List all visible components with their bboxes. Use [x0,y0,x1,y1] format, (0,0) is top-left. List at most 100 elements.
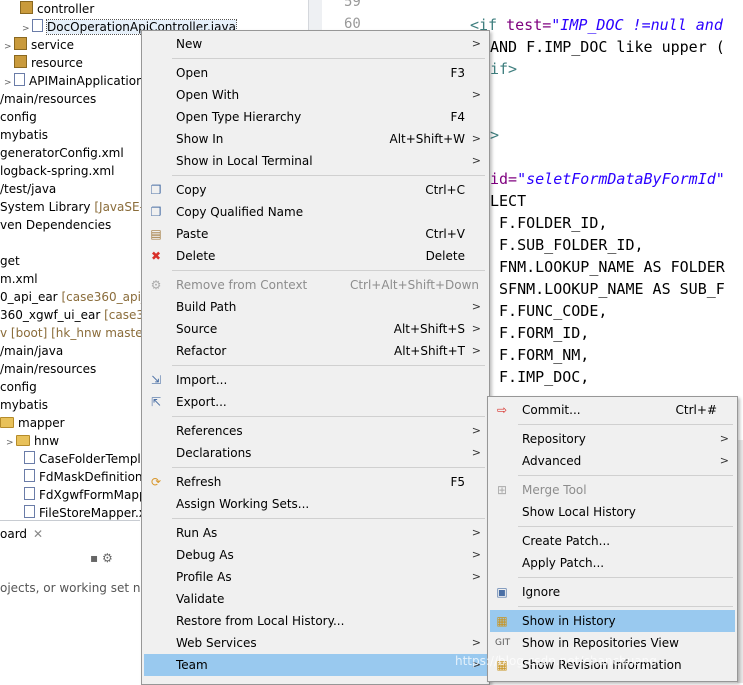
chevron-right-icon: > [471,154,481,167]
menu-item-run-as[interactable]: Run As > [144,522,487,544]
menu-item-open[interactable]: Open F3 [144,62,487,84]
package-icon [20,1,33,14]
toolbar-icon-2[interactable]: ⚙ [102,551,113,565]
menu-item-delete[interactable]: ✖ Delete Delete [144,245,487,267]
history-icon: ▦ [496,614,508,628]
tree-item-target[interactable]: get [0,252,20,270]
menu-item-team[interactable]: Team > [144,654,487,676]
code-line: FNM.LOOKUP_NAME AS FOLDER [490,258,725,276]
menu-item-build-path[interactable]: Build Path > [144,296,487,318]
menu-item-show-in-local-terminal[interactable]: Show in Local Terminal > [144,150,487,172]
menu-item-refresh[interactable]: ⟳ Refresh F5 [144,471,487,493]
chevron-right-icon[interactable]: > [6,434,16,452]
menu-item-show-local-history[interactable]: Show Local History [490,501,735,523]
menu-item-show-in-repositories-view[interactable]: GIT Show in Repositories View [490,632,735,654]
chevron-right-icon: > [471,570,481,583]
menu-separator [172,365,485,366]
tree-item-resource[interactable]: resource [4,54,83,72]
menu-item-new[interactable]: New > [144,33,487,55]
chevron-right-icon: > [471,88,481,101]
menu-item-web-services[interactable]: Web Services > [144,632,487,654]
dashboard-tab[interactable]: oard ✕ [0,521,50,547]
menu-item-copy-qualified-name[interactable]: ❐ Copy Qualified Name [144,201,487,223]
chevron-right-icon: > [471,446,481,459]
panel-toolbar: ▪ ⚙ [90,551,113,565]
folder-open-icon [0,417,14,428]
menu-separator [172,467,485,468]
menu-item-assign-working-sets[interactable]: Assign Working Sets... [144,493,487,515]
tree-item-service[interactable]: > service [4,36,74,54]
xml-file-icon [24,451,35,464]
menu-item-refactor[interactable]: Refactor Alt+Shift+T > [144,340,487,362]
tree-item-mybatis[interactable]: mybatis [0,126,48,144]
chevron-right-icon: > [471,526,481,539]
menu-separator [518,526,733,527]
menu-item-open-type-hierarchy[interactable]: Open Type Hierarchy F4 [144,106,487,128]
menu-item-ignore[interactable]: ▣ Ignore [490,581,735,603]
menu-separator [518,424,733,425]
menu-item-references[interactable]: References > [144,420,487,442]
menu-item-source[interactable]: Source Alt+Shift+S > [144,318,487,340]
tree-item-test-java[interactable]: /test/java [0,180,56,198]
tree-item-fdmask[interactable]: FdMaskDefinition.x [24,468,153,486]
menu-separator [172,175,485,176]
git-repo-icon: GIT [495,638,511,648]
toolbar-icon[interactable]: ▪ [90,551,98,565]
tree-item-main-resources-2[interactable]: /main/resources [0,360,96,378]
tree-item-hnw[interactable]: > hnw [6,432,59,450]
menu-item-repository[interactable]: Repository > [490,428,735,450]
code-line: F.IMP_DOC, [490,368,590,386]
menu-item-import[interactable]: ⇲ Import... [144,369,487,391]
menu-item-declarations[interactable]: Declarations > [144,442,487,464]
tree-item-generatorconfig[interactable]: generatorConfig.xml [0,144,124,162]
menu-item-apply-patch[interactable]: Apply Patch... [490,552,735,574]
menu-item-validate[interactable]: Validate [144,588,487,610]
tree-item-config-2[interactable]: config [0,378,37,396]
menu-item-paste[interactable]: ▤ Paste Ctrl+V [144,223,487,245]
menu-item-restore-local-history[interactable]: Restore from Local History... [144,610,487,632]
close-icon[interactable]: ✕ [33,527,43,541]
code-line: F.SUB_FOLDER_ID, [490,236,644,254]
tree-item-mapper[interactable]: mapper [0,414,65,432]
menu-item-remove-from-context[interactable]: ⚙ Remove from Context Ctrl+Alt+Shift+Down [144,274,487,296]
menu-item-open-with[interactable]: Open With > [144,84,487,106]
tree-item-filestore[interactable]: FileStoreMapper.xn [24,504,153,520]
tree-item-logback[interactable]: logback-spring.xml [0,162,114,180]
chevron-right-icon: > [471,37,481,50]
menu-item-show-in[interactable]: Show In Alt+Shift+W > [144,128,487,150]
tree-item-system-library[interactable]: System Library [JavaSE-1.8 [0,198,163,216]
code-line: F.FORM_ID, [490,324,590,342]
menu-item-profile-as[interactable]: Profile As > [144,566,487,588]
tree-item-main-java[interactable]: /main/java [0,342,63,360]
code-line: if> [490,60,518,78]
menu-separator [518,606,733,607]
menu-item-export[interactable]: ⇱ Export... [144,391,487,413]
menu-item-commit[interactable]: ⇨ Commit... Ctrl+# [490,399,735,421]
menu-item-debug-as[interactable]: Debug As > [144,544,487,566]
tree-item-mybatis-2[interactable]: mybatis [0,396,48,414]
tree-item-fdxgwf[interactable]: FdXgwfFormMapp [24,486,147,504]
chevron-right-icon: > [471,424,481,437]
chevron-right-icon: > [719,454,729,467]
java-file-icon [32,19,43,32]
tree-item-pom[interactable]: m.xml [0,270,38,288]
tree-item-casefolder[interactable]: CaseFolderTemplat [24,450,153,468]
copy-qualified-icon: ❐ [150,205,162,219]
context-menu: New > Open F3 Open With > Open Type Hierarc… [141,30,490,685]
tree-item-config[interactable]: config [0,108,37,126]
menu-item-show-in-history[interactable]: ▦ Show in History [490,610,735,632]
tree-item-controller[interactable]: controller [20,0,94,18]
menu-item-advanced[interactable]: Advanced > [490,450,735,472]
menu-item-merge-tool[interactable]: ⊞ Merge Tool [490,479,735,501]
code-line: id="seletFormDataByFormId" [490,170,725,188]
folder-icon [16,435,30,446]
menu-item-create-patch[interactable]: Create Patch... [490,530,735,552]
tree-item-main-resources[interactable]: /main/resources [0,90,96,108]
tree-item-hnw-boot[interactable]: v [boot] [hk_hnw master] [0,324,152,342]
tree-item-dependencies[interactable]: ven Dependencies [0,216,111,234]
menu-item-copy[interactable]: ❐ Copy Ctrl+C [144,179,487,201]
menu-separator [172,270,485,271]
copy-icon: ❐ [150,183,162,197]
code-line: AND F.IMP_DOC like upper ( [490,38,725,56]
xml-file-icon [24,469,35,482]
